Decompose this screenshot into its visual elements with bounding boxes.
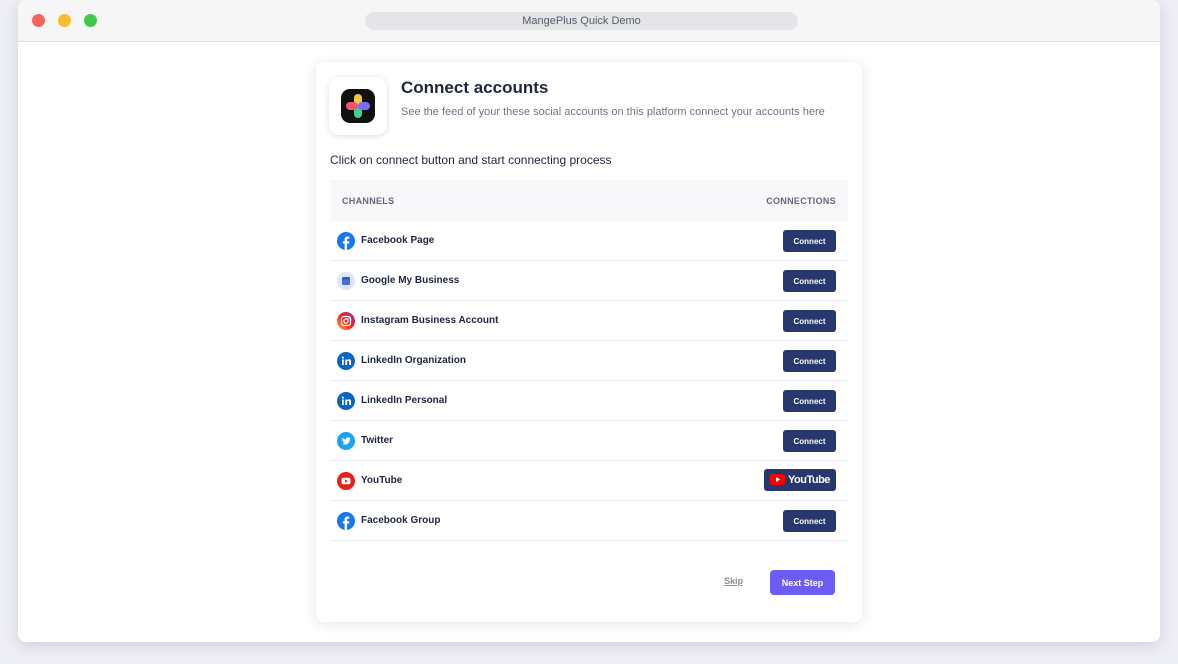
column-header-connections: CONNECTIONS	[766, 196, 836, 206]
table-row: Google My Business Connect	[330, 261, 848, 301]
table-row: Facebook Group Connect	[330, 501, 848, 541]
youtube-icon	[337, 472, 355, 490]
instagram-icon	[337, 312, 355, 330]
channels-table: CHANNELS CONNECTIONS Facebook Page Conne…	[330, 180, 848, 541]
browser-window: MangePlus Quick Demo Connect accounts Se…	[18, 0, 1160, 642]
channel-label: LinkedIn Personal	[361, 395, 448, 406]
channel-label: YouTube	[361, 475, 403, 486]
linkedin-icon	[337, 352, 355, 370]
channel-label: Facebook Page	[361, 235, 435, 246]
table-row: Twitter Connect	[330, 421, 848, 461]
table-header: CHANNELS CONNECTIONS	[330, 180, 848, 221]
facebook-icon	[337, 232, 355, 250]
table-row: YouTube YouTube	[330, 461, 848, 501]
google-my-business-icon	[337, 272, 355, 290]
mangeplus-logo-icon	[341, 89, 375, 123]
window-title: MangePlus Quick Demo	[365, 12, 798, 30]
skip-link[interactable]: Skip	[724, 576, 743, 586]
connect-accounts-card: Connect accounts See the feed of your th…	[316, 62, 862, 622]
connect-youtube-button[interactable]: YouTube	[764, 469, 836, 491]
maximize-window-button[interactable]	[84, 14, 97, 27]
close-window-button[interactable]	[32, 14, 45, 27]
table-row: LinkedIn Personal Connect	[330, 381, 848, 421]
connect-twitter-button[interactable]: Connect	[783, 430, 836, 452]
facebook-icon	[337, 512, 355, 530]
youtube-button-label: YouTube	[788, 474, 830, 486]
title-bar: MangePlus Quick Demo	[18, 0, 1160, 42]
connect-google-my-business-button[interactable]: Connect	[783, 270, 836, 292]
instruction-text: Click on connect button and start connec…	[330, 153, 612, 167]
minimize-window-button[interactable]	[58, 14, 71, 27]
youtube-play-icon	[770, 474, 785, 485]
channel-label: Google My Business	[361, 275, 460, 286]
channel-label: LinkedIn Organization	[361, 355, 467, 366]
connect-instagram-button[interactable]: Connect	[783, 310, 836, 332]
connect-facebook-page-button[interactable]: Connect	[783, 230, 836, 252]
connect-linkedin-organization-button[interactable]: Connect	[783, 350, 836, 372]
twitter-icon	[337, 432, 355, 450]
next-step-button[interactable]: Next Step	[770, 570, 835, 595]
linkedin-icon	[337, 392, 355, 410]
table-row: LinkedIn Organization Connect	[330, 341, 848, 381]
connect-linkedin-personal-button[interactable]: Connect	[783, 390, 836, 412]
channel-label: Facebook Group	[361, 515, 441, 526]
table-row: Facebook Page Connect	[330, 221, 848, 261]
column-header-channels: CHANNELS	[342, 196, 395, 206]
channel-label: Twitter	[361, 435, 394, 446]
channel-label: Instagram Business Account	[361, 315, 499, 326]
app-logo	[329, 77, 387, 135]
connect-facebook-group-button[interactable]: Connect	[783, 510, 836, 532]
table-row: Instagram Business Account Connect	[330, 301, 848, 341]
page-title: Connect accounts	[401, 78, 549, 97]
page-subtitle: See the feed of your these social accoun…	[401, 106, 825, 118]
